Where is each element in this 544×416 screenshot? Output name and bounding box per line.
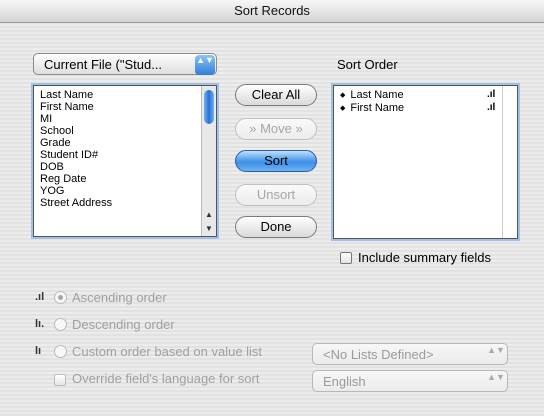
sort-order-item[interactable]: ◆ Last Name .ıl — [340, 89, 517, 102]
ascending-label: Ascending order — [72, 290, 167, 305]
sort-order-list[interactable]: ◆ Last Name .ıl ◆ First Name .ıl — [333, 85, 518, 239]
field-item[interactable]: YOG — [40, 185, 216, 197]
scroll-thumb[interactable] — [204, 90, 214, 124]
unsort-button[interactable]: Unsort — [235, 184, 317, 206]
popup-arrows-icon: ▲▼ — [195, 55, 215, 75]
custom-radio[interactable] — [54, 345, 67, 358]
field-item[interactable]: Street Address — [40, 197, 216, 209]
value-list-popup-value: <No Lists Defined> — [323, 347, 434, 362]
field-item[interactable]: Reg Date — [40, 173, 216, 185]
field-item[interactable]: Student ID# — [40, 149, 216, 161]
sort-button[interactable]: Sort — [235, 150, 317, 172]
sort-order-scrollbar[interactable] — [502, 86, 517, 238]
descending-order-icon: lı. — [35, 318, 45, 330]
custom-order-label: Custom order based on value list — [72, 344, 263, 359]
fields-scrollbar[interactable]: ▲ ▼ — [201, 86, 216, 236]
value-list-popup[interactable]: <No Lists Defined> ▲▼ — [312, 343, 508, 365]
custom-order-icon: lı — [35, 345, 42, 357]
popup-arrows-icon: ▲▼ — [487, 345, 505, 355]
field-item[interactable]: School — [40, 125, 216, 137]
sort-field-name: Last Name — [350, 89, 404, 101]
field-item[interactable]: MI — [40, 113, 216, 125]
ascending-radio[interactable] — [54, 291, 67, 304]
language-popup-value: English — [323, 374, 366, 389]
descending-radio[interactable] — [54, 318, 67, 331]
reorder-handle-icon[interactable]: ◆ — [340, 92, 345, 99]
override-language-checkbox[interactable] — [54, 374, 66, 386]
file-popup-value: Current File ("Stud... — [44, 57, 163, 72]
file-popup[interactable]: Current File ("Stud... ▲▼ — [33, 53, 217, 75]
reorder-handle-icon[interactable]: ◆ — [340, 105, 345, 112]
sort-order-item[interactable]: ◆ First Name .ıl — [340, 102, 517, 115]
override-language-label: Override field's language for sort — [72, 371, 260, 386]
scroll-down-icon[interactable]: ▼ — [202, 222, 216, 235]
scroll-up-icon[interactable]: ▲ — [202, 208, 216, 221]
field-item[interactable]: Last Name — [40, 89, 216, 101]
sort-order-label: Sort Order — [337, 57, 398, 72]
move-button[interactable]: » Move » — [235, 118, 317, 140]
sort-field-name: First Name — [350, 102, 405, 114]
fields-list[interactable]: Last Name First Name MI School Grade Stu… — [33, 85, 217, 237]
include-summary-label: Include summary fields — [358, 250, 491, 265]
popup-arrows-icon: ▲▼ — [487, 372, 505, 382]
field-item[interactable]: First Name — [40, 101, 216, 113]
field-item[interactable]: DOB — [40, 161, 216, 173]
include-summary-checkbox[interactable] — [340, 252, 352, 264]
clear-all-button[interactable]: Clear All — [235, 84, 317, 106]
field-item[interactable]: Grade — [40, 137, 216, 149]
language-popup[interactable]: English ▲▼ — [312, 370, 508, 392]
ascending-icon: .ıl — [487, 89, 496, 100]
descending-label: Descending order — [72, 317, 175, 332]
ascending-icon: .ıl — [487, 102, 496, 113]
done-button[interactable]: Done — [235, 216, 317, 238]
window-title: Sort Records — [0, 0, 544, 23]
ascending-order-icon: .ıl — [35, 291, 45, 303]
